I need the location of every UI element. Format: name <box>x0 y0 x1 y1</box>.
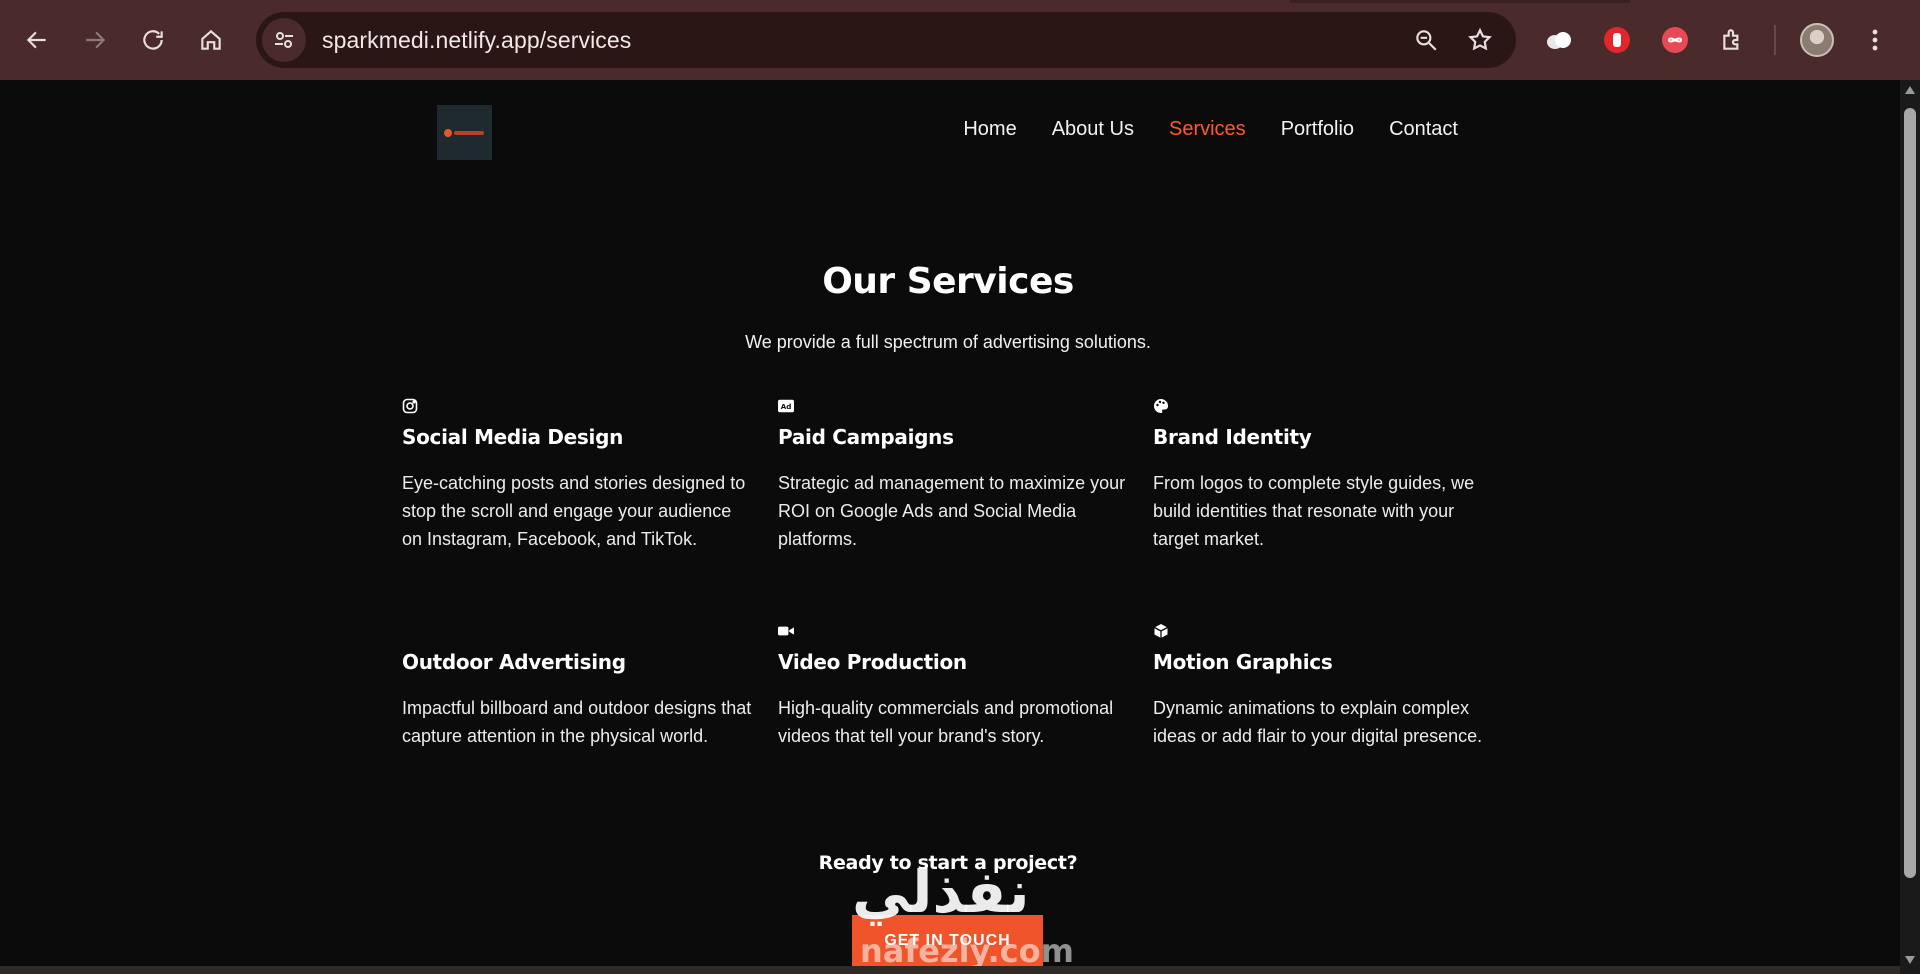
service-description: High-quality commercials and promotional… <box>778 698 1114 746</box>
toolbar-divider <box>1774 25 1776 55</box>
service-description: Eye-catching posts and stories designed … <box>402 473 746 549</box>
nav-portfolio[interactable]: Portfolio <box>1281 118 1354 141</box>
tune-icon <box>275 32 293 48</box>
scroll-thumb[interactable] <box>1904 108 1916 878</box>
watermark-latin: nafezly.com <box>860 932 1074 970</box>
scroll-up-arrow-icon[interactable] <box>1905 86 1915 94</box>
reload-button[interactable] <box>130 17 176 63</box>
cloud-icon <box>1547 32 1571 49</box>
billboard-icon <box>402 621 752 641</box>
main-nav: Home About Us Services Portfolio Contact <box>963 118 1458 141</box>
service-title: Social Media Design <box>402 425 624 449</box>
service-description: Impactful billboard and outdoor designs … <box>402 698 752 746</box>
svg-text:Ad: Ad <box>781 402 792 411</box>
kebab-menu-icon <box>1872 29 1878 51</box>
browser-nav-buttons <box>14 17 234 63</box>
profile-button[interactable] <box>1794 17 1840 63</box>
scroll-down-arrow-icon[interactable] <box>1905 956 1915 964</box>
extensions-area <box>1536 17 1898 63</box>
bottom-edge <box>0 966 1900 974</box>
forward-button[interactable] <box>72 17 118 63</box>
stop-hand-icon <box>1604 27 1630 53</box>
tab-strip-edge <box>1290 0 1630 3</box>
ad-icon: Ad <box>778 396 1128 416</box>
service-description: From logos to complete style guides, we … <box>1153 473 1475 549</box>
address-bar-actions <box>1406 20 1500 60</box>
zoom-button[interactable] <box>1406 20 1446 60</box>
extensions-button[interactable] <box>1710 17 1756 63</box>
nav-about-us[interactable]: About Us <box>1052 118 1134 141</box>
browser-toolbar: sparkmedi.netlify.app/services <box>0 0 1920 80</box>
puzzle-icon <box>1723 29 1739 50</box>
spark-logo-icon <box>443 128 484 137</box>
zoom-icon <box>1416 30 1437 51</box>
avatar <box>1800 23 1834 57</box>
service-title: Motion Graphics <box>1153 650 1333 674</box>
service-card-outdoor-advertising: Outdoor Advertising Impactful billboard … <box>402 621 752 750</box>
service-card-video-production: Video Production High-quality commercial… <box>778 621 1128 750</box>
reload-icon <box>143 30 163 50</box>
infinity-icon <box>1662 27 1688 53</box>
address-bar[interactable]: sparkmedi.netlify.app/services <box>256 12 1516 68</box>
extension-cloud[interactable] <box>1536 17 1582 63</box>
nav-home[interactable]: Home <box>963 118 1016 141</box>
back-arrow-icon <box>26 31 46 49</box>
home-button[interactable] <box>188 17 234 63</box>
service-title: Video Production <box>778 650 967 674</box>
service-title: Outdoor Advertising <box>402 650 626 674</box>
service-card-social-media: Social Media Design Eye-catching posts a… <box>402 396 752 553</box>
palette-icon <box>1153 396 1503 416</box>
service-title: Brand Identity <box>1153 425 1312 449</box>
page-title: Our Services <box>822 261 1074 302</box>
page-scrollbar[interactable] <box>1900 80 1920 974</box>
site-info-button[interactable] <box>262 18 306 62</box>
url-text[interactable]: sparkmedi.netlify.app/services <box>322 27 631 54</box>
forward-arrow-icon <box>86 31 106 49</box>
extension-infinity[interactable] <box>1652 17 1698 63</box>
service-description: Dynamic animations to explain complex id… <box>1153 698 1483 746</box>
nav-services[interactable]: Services <box>1169 118 1246 141</box>
nav-contact[interactable]: Contact <box>1389 118 1458 141</box>
service-card-paid-campaigns: Ad Paid Campaigns Strategic ad managemen… <box>778 396 1128 553</box>
watermark-arabic: نفذلي <box>852 858 1030 926</box>
cube-icon <box>1153 621 1503 641</box>
site-logo[interactable] <box>437 105 492 160</box>
back-button[interactable] <box>14 17 60 63</box>
video-camera-icon <box>778 621 1128 641</box>
bookmark-button[interactable] <box>1460 20 1500 60</box>
instagram-icon <box>402 396 752 416</box>
service-title: Paid Campaigns <box>778 425 954 449</box>
service-description: Strategic ad management to maximize your… <box>778 473 1126 549</box>
page-subtitle: We provide a full spectrum of advertisin… <box>745 332 1151 352</box>
star-icon <box>1468 27 1492 51</box>
service-card-brand-identity: Brand Identity From logos to complete st… <box>1153 396 1503 553</box>
page-viewport: Home About Us Services Portfolio Contact… <box>0 80 1900 974</box>
menu-button[interactable] <box>1852 17 1898 63</box>
extension-stop[interactable] <box>1594 17 1640 63</box>
home-icon <box>201 29 221 50</box>
service-card-motion-graphics: Motion Graphics Dynamic animations to ex… <box>1153 621 1503 750</box>
